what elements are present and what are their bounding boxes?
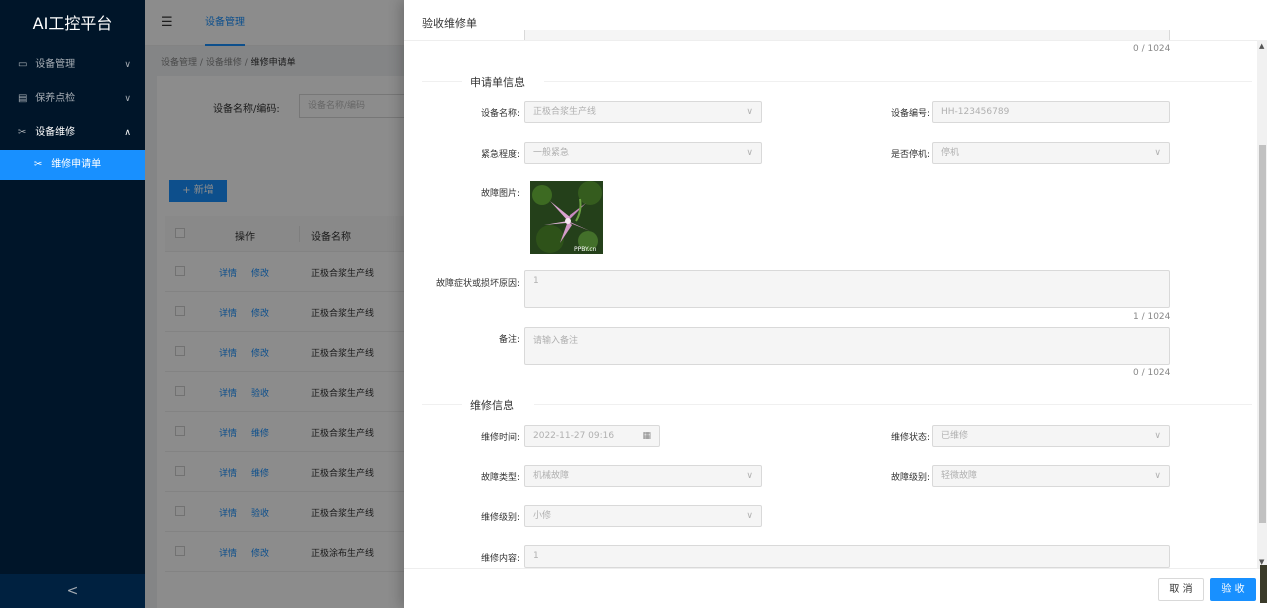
shutdown-value: 停机: [941, 148, 960, 158]
repair-time-value: 2022-11-27 09:16: [533, 431, 615, 441]
cancel-button[interactable]: 取 消: [1158, 578, 1204, 601]
chevron-down-icon: ∨: [746, 148, 753, 158]
app-logo: AI工控平台: [32, 14, 113, 33]
repair-time-label: 维修时间:: [480, 433, 520, 443]
urgency-label: 紧急程度:: [480, 150, 520, 160]
remark-textarea[interactable]: 请输入备注: [524, 327, 1170, 365]
urgency-select[interactable]: 一般紧急 ∨: [524, 142, 762, 164]
chevron-down-icon: ∨: [746, 107, 753, 117]
chevron-up-icon: ∧: [124, 128, 131, 138]
divider: [534, 404, 1252, 405]
clipboard-icon: ▤: [18, 93, 28, 104]
device-code-label: 设备编号:: [890, 109, 930, 119]
chevron-down-icon: ∨: [746, 511, 753, 521]
fault-level-value: 轻微故障: [941, 471, 978, 481]
device-code-field[interactable]: HH-123456789: [932, 101, 1170, 123]
edge-widget: [1260, 565, 1267, 603]
vertical-scrollbar-thumb[interactable]: [1259, 145, 1266, 523]
divider: [404, 40, 1257, 41]
repair-status-label: 维修状态:: [890, 433, 930, 443]
scroll-up-icon[interactable]: ▲: [1259, 42, 1264, 50]
chevron-down-icon: ∨: [746, 471, 753, 481]
repair-status-select[interactable]: 已维修 ∨: [932, 425, 1170, 447]
repair-level-label: 维修级别:: [480, 513, 520, 523]
char-counter: 0 / 1024: [1133, 44, 1171, 54]
chevron-down-icon: ∨: [1154, 431, 1161, 441]
fault-type-select[interactable]: 机械故障 ∨: [524, 465, 762, 487]
divider: [422, 404, 462, 405]
device-name-select[interactable]: 正极合浆生产线 ∨: [524, 101, 762, 123]
monitor-icon: ▭: [18, 59, 28, 70]
fault-image-label: 故障图片:: [480, 189, 520, 199]
sidebar-subitem-label: 维修申请单: [51, 159, 102, 170]
calendar-icon: ▦: [642, 431, 651, 441]
section-title-request: 申请单信息: [470, 76, 525, 89]
repair-status-value: 已维修: [941, 431, 969, 441]
fault-level-label: 故障级别:: [890, 473, 930, 483]
fault-image-thumbnail[interactable]: PPBY.cn: [530, 181, 603, 254]
symptom-textarea[interactable]: 1: [524, 270, 1170, 308]
urgency-value: 一般紧急: [533, 148, 570, 158]
image-watermark: PPBY.cn: [574, 246, 597, 253]
char-counter: 1 / 1024: [1133, 312, 1171, 322]
device-name-value: 正极合浆生产线: [533, 107, 597, 117]
sidebar-item-equipment[interactable]: ▭ 设备管理 ∨: [0, 48, 145, 82]
sidebar-item-label: 设备维修: [35, 127, 76, 138]
device-name-label: 设备名称:: [480, 109, 520, 119]
flower-image: PPBY.cn: [530, 181, 603, 254]
sidebar-item-label: 保养点检: [35, 93, 76, 104]
sidebar-item-repair-request[interactable]: ✂ 维修申请单: [0, 150, 145, 180]
sidebar-item-label: 设备管理: [35, 59, 76, 70]
sidebar-item-repair[interactable]: ✂ 设备维修 ∧: [0, 116, 145, 150]
chevron-down-icon: ∨: [124, 60, 131, 70]
drawer-footer: 取 消 验 收: [404, 568, 1267, 608]
section-title-repair: 维修信息: [470, 399, 514, 412]
symptom-label: 故障症状或损坏原因:: [435, 279, 520, 289]
tool-icon: ✂: [34, 159, 43, 170]
chevron-down-icon: ∨: [1154, 148, 1161, 158]
drawer-title: 验收维修单: [422, 17, 477, 30]
divider: [422, 81, 462, 82]
divider: [544, 81, 1252, 82]
repair-level-value: 小修: [533, 511, 552, 521]
device-code-value: HH-123456789: [941, 107, 1010, 117]
accept-button[interactable]: 验 收: [1210, 578, 1256, 601]
sidebar-item-maintenance[interactable]: ▤ 保养点检 ∨: [0, 82, 145, 116]
wrench-icon: ✂: [18, 127, 27, 138]
collapse-sidebar-button[interactable]: <: [0, 574, 145, 608]
repair-content-textarea[interactable]: 1: [524, 545, 1170, 568]
shutdown-label: 是否停机:: [890, 150, 930, 160]
repair-level-select[interactable]: 小修 ∨: [524, 505, 762, 527]
shutdown-select[interactable]: 停机 ∨: [932, 142, 1170, 164]
accept-repair-drawer: 验收维修单 0 / 1024 申请单信息 设备名称: 正极合浆生产线 ∨ 设备编…: [404, 0, 1267, 608]
repair-time-picker[interactable]: 2022-11-27 09:16 ▦: [524, 425, 660, 447]
sidebar: AI工控平台 ▭ 设备管理 ∨ ▤ 保养点检 ∨ ✂ 设备维修 ∧ ✂ 维修申请…: [0, 0, 145, 608]
fault-type-value: 机械故障: [533, 471, 570, 481]
chevron-down-icon: ∨: [124, 94, 131, 104]
repair-content-label: 维修内容:: [480, 554, 520, 564]
remark-label: 备注:: [498, 335, 520, 345]
char-counter: 0 / 1024: [1133, 368, 1171, 378]
fault-level-select[interactable]: 轻微故障 ∨: [932, 465, 1170, 487]
chevron-down-icon: ∨: [1154, 471, 1161, 481]
fault-type-label: 故障类型:: [480, 473, 520, 483]
